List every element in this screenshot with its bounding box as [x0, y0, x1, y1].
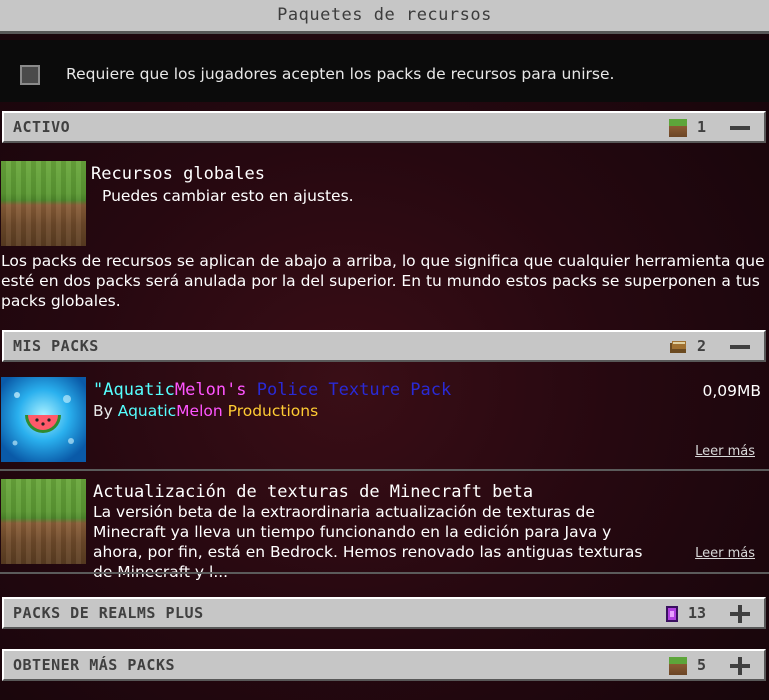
pack-author-prefix: By [93, 402, 113, 420]
pack-title-part: Police Texture Pack [246, 380, 452, 400]
pack-title-part: Melon's [174, 380, 247, 400]
pack-author-part: Productions [222, 402, 319, 420]
page-title: Paquetes de recursos [277, 5, 492, 25]
grass-block-icon [669, 657, 687, 675]
global-pack-subtitle: Puedes cambiar esto en ajustes. [102, 187, 354, 205]
pack-order-info: Los packs de recursos se aplican de abaj… [1, 252, 765, 310]
global-pack-image [1, 161, 86, 246]
grass-block-icon [669, 119, 687, 137]
section-realms-label: PACKS DE REALMS PLUS [13, 604, 204, 622]
book-icon [670, 341, 686, 353]
read-more-link[interactable]: Leer más [695, 546, 755, 561]
read-more-link[interactable]: Leer más [695, 444, 755, 459]
section-getmore-count: 5 [696, 656, 706, 674]
expand-icon[interactable] [730, 605, 750, 623]
pack-title: Actualización de texturas de Minecraft b… [93, 482, 534, 502]
expand-icon[interactable] [730, 657, 750, 675]
require-accept-checkbox[interactable] [20, 65, 40, 85]
pack-author: By AquaticMelon Productions [93, 401, 318, 421]
section-mypacks-label: MIS PACKS [13, 337, 99, 355]
section-realms-count: 13 [687, 604, 706, 622]
pack-title: "AquaticMelon's Police Texture Pack [93, 380, 451, 400]
watermelon-pack-icon [1, 377, 86, 462]
grass-pack-image [1, 479, 86, 564]
pack-author-part: Aquatic [117, 402, 177, 420]
section-mypacks-header[interactable]: MIS PACKS 2 [2, 330, 766, 362]
divider [0, 469, 769, 471]
section-active-header[interactable]: ACTIVO 1 [2, 111, 766, 143]
divider [0, 572, 769, 574]
section-mypacks-count: 2 [696, 337, 706, 355]
pack-title-part: "Aquatic [93, 380, 175, 400]
section-getmore-label: OBTENER MÁS PACKS [13, 656, 176, 674]
title-bar: Paquetes de recursos [0, 0, 769, 34]
section-active-count: 1 [696, 118, 706, 136]
section-active-label: ACTIVO [13, 118, 71, 136]
collapse-icon[interactable] [730, 126, 750, 130]
collapse-icon[interactable] [730, 345, 750, 349]
global-pack-title: Recursos globales [91, 164, 265, 184]
pack-author-part: Melon [176, 402, 223, 420]
pack-size: 0,09MB [702, 382, 761, 400]
section-getmore-header[interactable]: OBTENER MÁS PACKS 5 [2, 649, 766, 681]
require-accept-label: Requiere que los jugadores acepten los p… [66, 65, 615, 83]
section-realms-header[interactable]: PACKS DE REALMS PLUS 13 [2, 597, 766, 629]
pack-description: La versión beta de la extraordinaria act… [93, 503, 643, 581]
realms-icon [666, 606, 678, 622]
require-accept-row: Requiere que los jugadores acepten los p… [0, 40, 769, 102]
